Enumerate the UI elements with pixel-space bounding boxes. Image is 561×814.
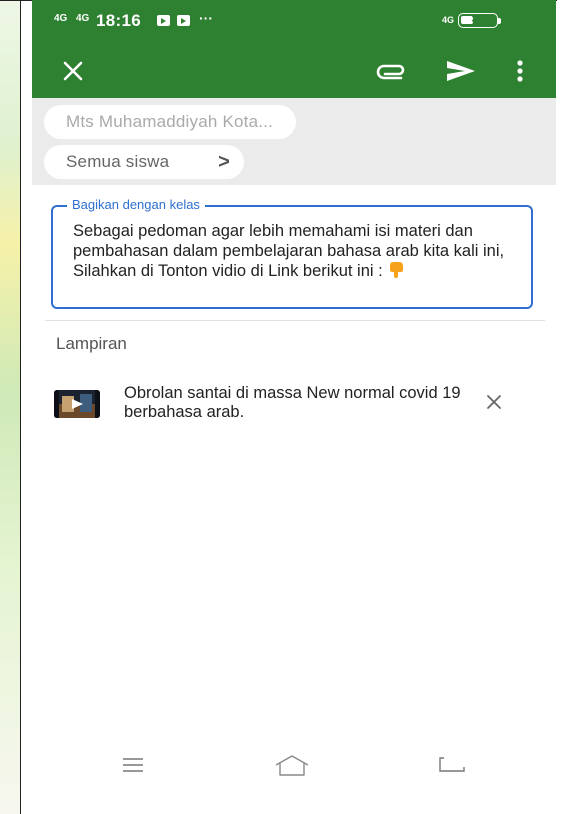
attachment-item[interactable]: Obrolan santai di massa New normal covid… bbox=[32, 380, 556, 440]
video-thumbnail-icon bbox=[54, 390, 100, 418]
youtube-notification-icon bbox=[157, 15, 170, 26]
chevron-right-icon: > bbox=[218, 151, 230, 173]
app-bar bbox=[32, 44, 556, 98]
attachments-heading: Lampiran bbox=[56, 334, 127, 353]
pointing-down-emoji-icon bbox=[390, 262, 404, 278]
system-nav-bar bbox=[32, 740, 556, 800]
send-icon[interactable] bbox=[444, 57, 478, 85]
status-bar: 4G 4G 18:16 ··· 4G 37 bbox=[32, 0, 556, 44]
announcement-body: Sebagai pedoman agar lebih memahami isi … bbox=[73, 222, 505, 280]
attachment-title: Obrolan santai di massa New normal covid… bbox=[124, 384, 461, 421]
battery-level: 37 bbox=[471, 14, 483, 25]
signal-4g-2: 4G bbox=[76, 13, 90, 24]
remove-attachment-icon[interactable] bbox=[484, 392, 504, 412]
class-name: Mts Muhamaddiyah Kota... bbox=[66, 112, 274, 131]
status-time: 18:16 bbox=[96, 11, 141, 30]
more-vert-icon[interactable] bbox=[510, 56, 530, 86]
announcement-field[interactable]: Bagikan dengan kelas Sebagai pedoman aga… bbox=[51, 197, 533, 309]
battery-icon: 37 bbox=[458, 13, 498, 28]
students-selector[interactable]: Semua siswa > bbox=[44, 145, 244, 179]
attach-icon[interactable] bbox=[375, 59, 409, 83]
back-icon[interactable] bbox=[436, 754, 466, 776]
signal-4g-1: 4G bbox=[54, 13, 68, 24]
announcement-field-label: Bagikan dengan kelas bbox=[67, 197, 205, 213]
audience-section: Mts Muhamaddiyah Kota... Semua siswa > bbox=[32, 98, 556, 185]
students-label: Semua siswa bbox=[66, 152, 170, 171]
menu-icon[interactable] bbox=[122, 756, 144, 774]
divider bbox=[45, 320, 545, 321]
class-selector[interactable]: Mts Muhamaddiyah Kota... bbox=[44, 105, 296, 139]
home-icon[interactable] bbox=[274, 754, 310, 778]
divider-vertical bbox=[20, 0, 21, 814]
phone-screen: 4G 4G 18:16 ··· 4G 37 Mts Muhamaddiyah K… bbox=[32, 0, 556, 814]
youtube-notification-icon bbox=[177, 15, 190, 26]
backdrop-left bbox=[0, 0, 20, 814]
announcement-text[interactable]: Sebagai pedoman agar lebih memahami isi … bbox=[73, 221, 525, 281]
close-icon[interactable] bbox=[58, 56, 88, 86]
backdrop-right bbox=[557, 0, 561, 814]
network-4g-indicator: 4G bbox=[442, 15, 455, 25]
more-notifications-icon: ··· bbox=[199, 10, 213, 26]
